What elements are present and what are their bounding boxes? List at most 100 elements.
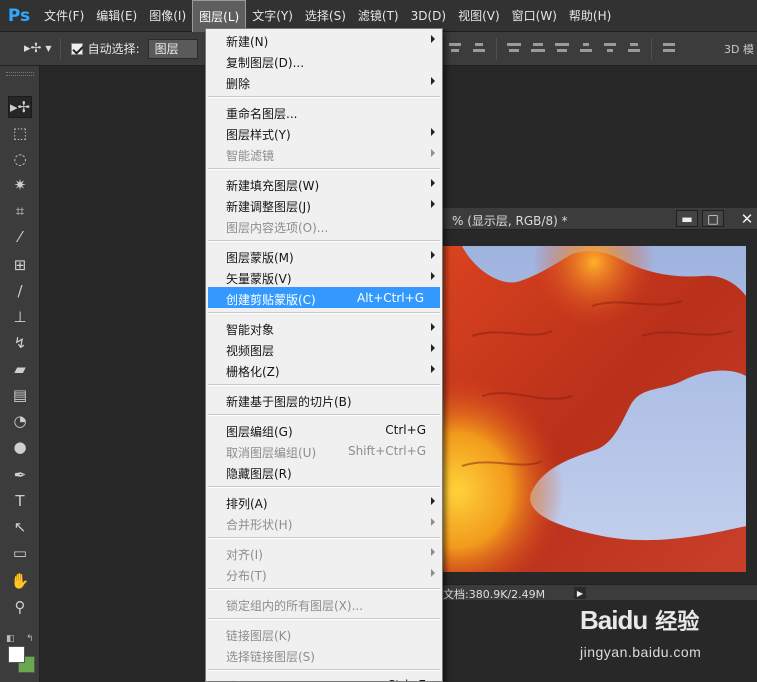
- submenu-arrow-icon: [431, 179, 435, 187]
- close-button[interactable]: ✕: [736, 210, 757, 228]
- status-menu-arrow-icon[interactable]: ▶: [574, 587, 586, 599]
- menu-item-10[interactable]: 帮助(H): [563, 0, 617, 32]
- history-brush-tool-icon[interactable]: ↯: [8, 332, 32, 354]
- distribute-bottom-icon[interactable]: [555, 38, 569, 56]
- menu-item-智能对象[interactable]: 智能对象: [206, 317, 442, 338]
- type-tool-icon[interactable]: T: [8, 490, 32, 512]
- menu-item-label: 链接图层(K): [226, 629, 292, 643]
- menu-item-链接图层: 链接图层(K): [206, 623, 442, 644]
- crop-tool-icon[interactable]: ⌗: [8, 200, 32, 222]
- menu-item-新建基于图层的切片[interactable]: 新建基于图层的切片(B): [206, 389, 442, 410]
- menu-item-视频图层[interactable]: 视频图层: [206, 338, 442, 359]
- pen-tool-icon[interactable]: ✒: [8, 464, 32, 486]
- gradient-tool-icon[interactable]: ▤: [8, 384, 32, 406]
- distribute-right-icon[interactable]: [627, 38, 641, 56]
- menu-item-智能滤镜: 智能滤镜: [206, 143, 442, 164]
- distribute-top-icon[interactable]: [507, 38, 521, 56]
- dodge-tool-icon[interactable]: ●: [8, 436, 32, 458]
- divider: [59, 37, 61, 60]
- document-canvas[interactable]: [440, 230, 757, 584]
- menu-item-label: 创建剪贴蒙版(C): [226, 293, 316, 307]
- menu-item-图层蒙版[interactable]: 图层蒙版(M): [206, 245, 442, 266]
- menu-item-label: 图层内容选项(O)...: [226, 221, 329, 235]
- menu-item-label: 锁定组内的所有图层(X)...: [226, 599, 364, 613]
- submenu-arrow-icon: [431, 200, 435, 208]
- menu-item-5[interactable]: 选择(S): [299, 0, 352, 32]
- menu-item-1[interactable]: 编辑(E): [90, 0, 143, 32]
- menu-item-9[interactable]: 窗口(W): [506, 0, 563, 32]
- menu-item-新建调整图层[interactable]: 新建调整图层(J): [206, 194, 442, 215]
- submenu-arrow-icon: [431, 251, 435, 259]
- menu-item-label: 隐藏图层(R): [226, 467, 292, 481]
- hand-tool-icon[interactable]: ✋: [8, 570, 32, 592]
- menu-separator: [208, 486, 440, 488]
- foreground-color-swatch[interactable]: [8, 646, 25, 663]
- menu-item-复制图层[interactable]: 复制图层(D)...: [206, 50, 442, 71]
- brush-tool-icon[interactable]: ∕: [8, 280, 32, 302]
- submenu-arrow-icon: [431, 365, 435, 373]
- move-tool-icon[interactable]: ▸✢: [8, 96, 32, 118]
- menu-item-合并图层[interactable]: 合并图层(E) Ctrl+E: [206, 674, 442, 681]
- blur-tool-icon[interactable]: ◔: [8, 410, 32, 432]
- menu-item-3[interactable]: 图层(L): [192, 0, 247, 32]
- default-colors-icon[interactable]: ◧: [6, 634, 15, 644]
- menu-item-label: 矢量蒙版(V): [226, 272, 292, 286]
- distribute-left-icon[interactable]: [579, 38, 593, 56]
- menu-item-删除[interactable]: 删除: [206, 71, 442, 92]
- magic-wand-tool-icon[interactable]: ✷: [8, 174, 32, 196]
- menu-item-栅格化[interactable]: 栅格化(Z): [206, 359, 442, 380]
- menu-item-7[interactable]: 3D(D): [405, 0, 452, 32]
- align-bottom-edges-icon[interactable]: [472, 38, 486, 56]
- document-title: % (显示层, RGB/8) *: [452, 214, 568, 228]
- auto-select-checkbox[interactable]: 自动选择:: [70, 40, 140, 57]
- menu-item-0[interactable]: 文件(F): [38, 0, 90, 32]
- menu-item-隐藏图层[interactable]: 隐藏图层(R): [206, 461, 442, 482]
- menu-item-选择链接图层: 选择链接图层(S): [206, 644, 442, 665]
- path-selection-tool-icon[interactable]: ↖: [8, 516, 32, 538]
- menu-item-图层编组[interactable]: 图层编组(G) Ctrl+G: [206, 419, 442, 440]
- menu-item-创建剪贴蒙版[interactable]: 创建剪贴蒙版(C) Alt+Ctrl+G: [208, 287, 440, 308]
- zoom-tool-icon[interactable]: ⚲: [8, 596, 32, 618]
- menu-item-图层样式[interactable]: 图层样式(Y): [206, 122, 442, 143]
- distribute-vcenter-icon[interactable]: [531, 38, 545, 56]
- clone-stamp-tool-icon[interactable]: ⊥: [8, 306, 32, 328]
- submenu-arrow-icon: [431, 497, 435, 505]
- menu-item-4[interactable]: 文字(Y): [246, 0, 299, 32]
- chevron-down-icon: ▼: [45, 44, 52, 53]
- auto-align-layers-icon[interactable]: [662, 38, 676, 56]
- color-swatches: ◧ ↰: [6, 634, 36, 676]
- document-tab[interactable]: % (显示层, RGB/8) * ▬ □ ✕: [440, 208, 757, 230]
- tool-preset-picker[interactable]: ▸✢ ▼: [24, 41, 52, 56]
- menu-item-分布: 分布(T): [206, 563, 442, 584]
- menu-item-label: 对齐(I): [226, 548, 263, 562]
- menu-item-排列[interactable]: 排列(A): [206, 491, 442, 512]
- photoshop-logo: Ps: [7, 5, 31, 26]
- minimize-button[interactable]: ▬: [676, 210, 698, 227]
- align-vertical-centers-icon[interactable]: [448, 38, 462, 56]
- eyedropper-tool-icon[interactable]: ⁄: [8, 226, 32, 248]
- menu-separator: [208, 168, 440, 170]
- eraser-tool-icon[interactable]: ▰: [8, 358, 32, 380]
- align-buttons: [448, 38, 676, 60]
- menu-item-锁定组内的所有图层: 锁定组内的所有图层(X)...: [206, 593, 442, 614]
- panel-grip[interactable]: [6, 72, 34, 76]
- menu-separator: [208, 96, 440, 98]
- marquee-tool-icon[interactable]: ⬚: [8, 122, 32, 144]
- swap-colors-icon[interactable]: ↰: [26, 634, 34, 644]
- menu-item-矢量蒙版[interactable]: 矢量蒙版(V): [206, 266, 442, 287]
- auto-select-target-dropdown[interactable]: 图层: [147, 38, 198, 59]
- lasso-tool-icon[interactable]: ◌: [8, 148, 32, 170]
- distribute-hcenter-icon[interactable]: [603, 38, 617, 56]
- menu-item-新建[interactable]: 新建(N): [206, 29, 442, 50]
- shape-tool-icon[interactable]: ▭: [8, 542, 32, 564]
- menu-item-重命名图层[interactable]: 重命名图层...: [206, 101, 442, 122]
- menu-item-6[interactable]: 滤镜(T): [352, 0, 405, 32]
- menu-item-2[interactable]: 图像(I): [143, 0, 192, 32]
- menu-item-label: 新建基于图层的切片(B): [226, 395, 352, 409]
- move-tool-icon: ▸✢: [24, 41, 42, 56]
- menu-item-label: 删除: [226, 77, 251, 91]
- menu-item-新建填充图层[interactable]: 新建填充图层(W): [206, 173, 442, 194]
- healing-brush-tool-icon[interactable]: ⊞: [8, 254, 32, 276]
- maximize-button[interactable]: □: [702, 210, 724, 227]
- menu-item-8[interactable]: 视图(V): [452, 0, 506, 32]
